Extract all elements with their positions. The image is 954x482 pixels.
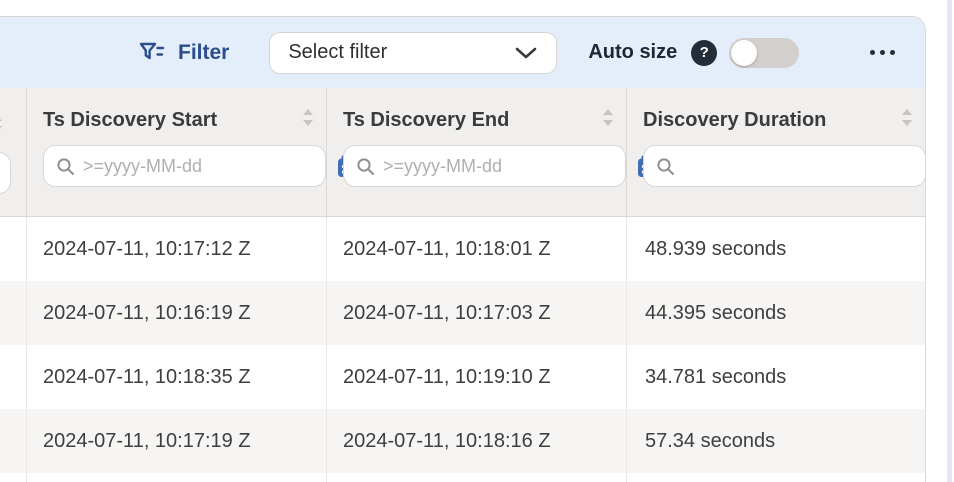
cell-ts-discovery-start: 2024-07-11, 10:17:12 Z bbox=[27, 217, 327, 281]
column-filter-input[interactable] bbox=[0, 152, 11, 194]
dot-icon bbox=[870, 50, 875, 55]
help-icon[interactable]: ? bbox=[691, 40, 717, 66]
cell-ts-discovery-start: 2024-07-11, 10:17:19 Z bbox=[27, 409, 327, 473]
cell-discovery-duration: 44.395 seconds bbox=[627, 281, 925, 345]
cell-cutoff bbox=[0, 217, 27, 281]
cell-discovery-duration: 48.939 seconds bbox=[627, 217, 925, 281]
filter-preset-select[interactable]: Select filter bbox=[269, 32, 557, 74]
dot-icon bbox=[880, 50, 885, 55]
column-title: Ts Discovery Start bbox=[43, 109, 217, 132]
cell-cutoff bbox=[0, 473, 27, 482]
sort-icon[interactable] bbox=[901, 108, 913, 132]
cell-cutoff bbox=[0, 281, 27, 345]
filter-funnel-icon bbox=[138, 39, 165, 66]
column-header-discovery-duration: Discovery Duration bbox=[627, 88, 925, 216]
search-icon bbox=[656, 157, 675, 176]
column-filter-input[interactable] bbox=[383, 156, 615, 177]
column-filter-input[interactable] bbox=[683, 156, 915, 177]
table-row[interactable]: 2024-07-11, 10:16:19 Z 2024-07-11, 10:17… bbox=[0, 281, 925, 345]
column-header-ts-discovery-end: Ts Discovery End bbox=[327, 88, 627, 216]
column-header-ts-discovery-start: Ts Discovery Start bbox=[27, 88, 327, 216]
filter-toolbar: Filter Select filter Auto size ? bbox=[0, 17, 925, 88]
table-row[interactable] bbox=[0, 473, 925, 482]
cell-ts-discovery-start: 2024-07-11, 10:16:19 Z bbox=[27, 281, 327, 345]
dot-icon bbox=[890, 50, 895, 55]
cell-discovery-duration: 34.781 seconds bbox=[627, 345, 925, 409]
table-row[interactable]: 2024-07-11, 10:18:35 Z 2024-07-11, 10:19… bbox=[0, 345, 925, 409]
table-header-row: Ts Discovery Start bbox=[0, 88, 925, 217]
auto-size-label: Auto size bbox=[588, 41, 677, 64]
search-icon bbox=[356, 157, 375, 176]
help-glyph: ? bbox=[700, 44, 709, 61]
filter-preset-select-value: Select filter bbox=[288, 41, 387, 64]
column-header-cutoff bbox=[0, 88, 27, 216]
column-title: Discovery Duration bbox=[643, 109, 826, 132]
cell-ts-discovery-end: 2024-07-11, 10:17:03 Z bbox=[327, 281, 627, 345]
cell-discovery-duration: 57.34 seconds bbox=[627, 409, 925, 473]
cell-ts-discovery-start bbox=[27, 473, 327, 482]
cell-cutoff bbox=[0, 345, 27, 409]
cell-discovery-duration bbox=[627, 473, 925, 482]
cell-ts-discovery-end: 2024-07-11, 10:18:01 Z bbox=[327, 217, 627, 281]
page: Filter Select filter Auto size ? bbox=[0, 0, 954, 482]
cell-ts-discovery-start: 2024-07-11, 10:18:35 Z bbox=[27, 345, 327, 409]
filter-button[interactable]: Filter bbox=[138, 39, 229, 66]
column-title: Ts Discovery End bbox=[343, 109, 509, 132]
column-filter-input[interactable] bbox=[83, 156, 315, 177]
cell-ts-discovery-end: 2024-07-11, 10:18:16 Z bbox=[327, 409, 627, 473]
filter-button-label: Filter bbox=[178, 41, 229, 65]
right-accent-strip bbox=[947, 0, 952, 482]
sort-icon[interactable] bbox=[0, 114, 3, 138]
table-row[interactable]: 2024-07-11, 10:17:12 Z 2024-07-11, 10:18… bbox=[0, 217, 925, 281]
column-filter-input-wrap bbox=[343, 145, 626, 187]
column-filter-input-wrap bbox=[643, 145, 926, 187]
search-icon bbox=[56, 157, 75, 176]
chevron-down-icon bbox=[514, 46, 538, 60]
table-panel: Filter Select filter Auto size ? bbox=[0, 16, 926, 482]
toggle-knob bbox=[731, 40, 757, 66]
cell-ts-discovery-end: 2024-07-11, 10:19:10 Z bbox=[327, 345, 627, 409]
sort-icon[interactable] bbox=[302, 108, 314, 132]
table-row[interactable]: 2024-07-11, 10:17:19 Z 2024-07-11, 10:18… bbox=[0, 409, 925, 473]
column-filter-input-wrap bbox=[43, 145, 326, 187]
cell-cutoff bbox=[0, 409, 27, 473]
sort-icon[interactable] bbox=[602, 108, 614, 132]
auto-size-toggle[interactable] bbox=[729, 38, 799, 68]
cell-ts-discovery-end bbox=[327, 473, 627, 482]
more-options-button[interactable] bbox=[870, 50, 895, 55]
